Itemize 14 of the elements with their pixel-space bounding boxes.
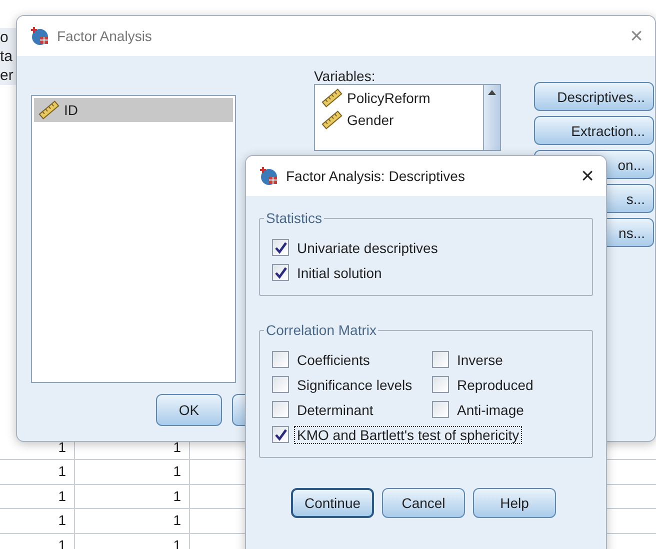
window-title: Factor Analysis: Descriptives bbox=[286, 168, 465, 184]
window-title: Factor Analysis bbox=[57, 28, 152, 44]
group-title: Statistics bbox=[264, 210, 324, 226]
variables-label: Variables: bbox=[314, 68, 376, 84]
table-cell: 1 bbox=[0, 484, 75, 508]
cell-text: ta bbox=[0, 47, 14, 66]
cell-text: o bbox=[0, 28, 10, 47]
table-cell: 1 bbox=[0, 460, 75, 484]
table-cell: 1 bbox=[0, 509, 75, 533]
cell-text: er bbox=[0, 66, 14, 85]
group-title: Correlation Matrix bbox=[264, 322, 378, 338]
table-cell: 1 bbox=[75, 484, 190, 508]
table-cell: 1 bbox=[75, 509, 190, 533]
table-cell: 1 bbox=[75, 460, 190, 484]
